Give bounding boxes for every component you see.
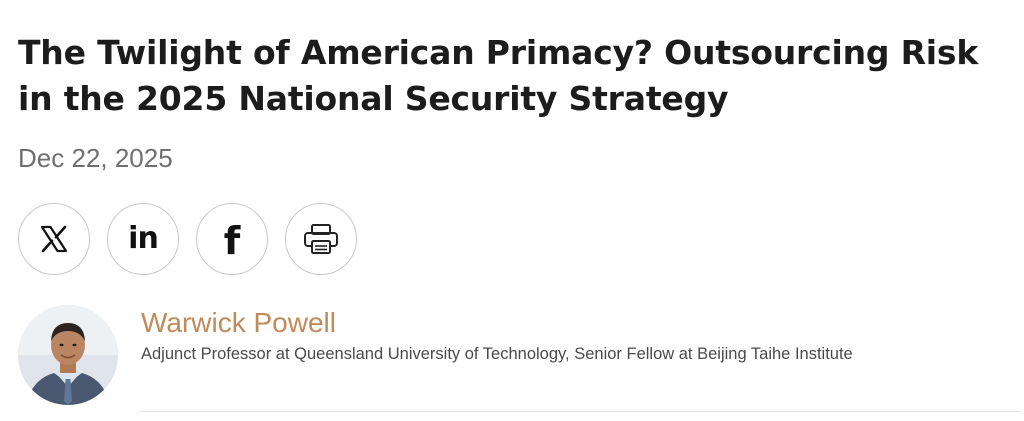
author-avatar[interactable] bbox=[18, 305, 118, 405]
x-logo-icon bbox=[38, 223, 70, 255]
author-block: Warwick Powell Adjunct Professor at Quee… bbox=[18, 305, 1021, 415]
facebook-icon: f bbox=[223, 219, 241, 263]
divider bbox=[141, 411, 1021, 412]
share-x-button[interactable] bbox=[18, 203, 90, 275]
share-facebook-button[interactable]: f bbox=[196, 203, 268, 275]
share-buttons: in f bbox=[18, 203, 357, 277]
linkedin-icon: in bbox=[128, 221, 159, 256]
author-bio: Adjunct Professor at Queensland Universi… bbox=[141, 345, 853, 363]
print-button[interactable] bbox=[285, 203, 357, 275]
share-linkedin-button[interactable]: in bbox=[107, 203, 179, 275]
printer-icon bbox=[302, 222, 340, 256]
author-name-link[interactable]: Warwick Powell bbox=[141, 306, 336, 340]
article-title: The Twilight of American Primacy? Outsou… bbox=[18, 33, 979, 118]
article-header: The Twilight of American Primacy? Outsou… bbox=[18, 0, 1021, 421]
article-date: Dec 22, 2025 bbox=[18, 143, 173, 173]
